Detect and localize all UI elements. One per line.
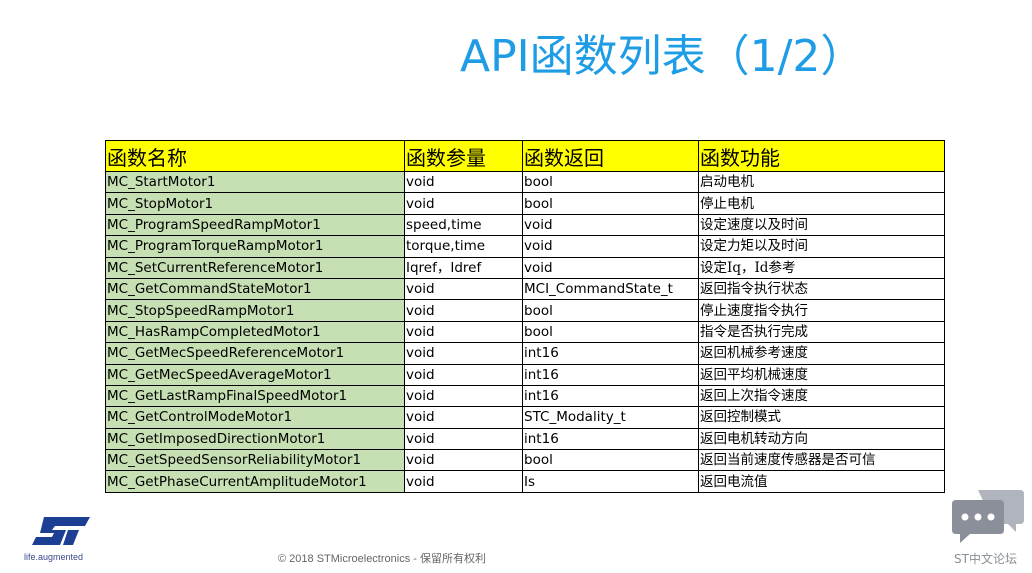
cell-parameters: void: [404, 320, 523, 344]
forum-badge[interactable]: ST中文论坛: [950, 488, 1026, 568]
cell-parameters: void: [404, 342, 523, 365]
cell-description: 返回指令执行状态: [698, 277, 945, 301]
table-row: MC_GetPhaseCurrentAmplitudeMotor1 void I…: [105, 470, 945, 493]
cell-function-name: MC_GetLastRampFinalSpeedMotor1: [105, 384, 405, 408]
table-body: MC_StartMotor1 void bool 启动电机 MC_StopMot…: [105, 170, 945, 493]
cell-description: 返回当前速度传感器是否可信: [698, 449, 945, 472]
cell-parameters: torque,time: [404, 235, 523, 258]
logo-tagline: life.augmented: [24, 552, 84, 562]
cell-return: bool: [522, 449, 699, 472]
table-row: MC_ProgramTorqueRampMotor1 torque,time v…: [105, 235, 945, 258]
table-row: MC_GetLastRampFinalSpeedMotor1 void int1…: [105, 384, 945, 408]
cell-parameters: speed,time: [404, 213, 523, 237]
cell-description: 停止速度指令执行: [698, 299, 945, 322]
cell-return: void: [522, 235, 699, 258]
cell-description: 返回控制模式: [698, 406, 945, 429]
cell-function-name: MC_StopSpeedRampMotor1: [105, 299, 405, 322]
cell-function-name: MC_GetControlModeMotor1: [105, 406, 405, 429]
table-row: MC_GetImposedDirectionMotor1 void int16 …: [105, 427, 945, 451]
cell-function-name: MC_ProgramTorqueRampMotor1: [105, 235, 405, 258]
header-parameters: 函数参量: [404, 140, 523, 172]
slide-title: API函数列表（1/2）: [460, 31, 865, 82]
cell-parameters: void: [404, 427, 523, 451]
cell-description: 返回机械参考速度: [698, 342, 945, 365]
cell-return: bool: [522, 170, 699, 194]
cell-description: 返回电流值: [698, 470, 945, 493]
cell-parameters: void: [404, 406, 523, 429]
header-description: 函数功能: [698, 140, 945, 172]
cell-function-name: MC_GetMecSpeedAverageMotor1: [105, 363, 405, 386]
cell-function-name: MC_HasRampCompletedMotor1: [105, 320, 405, 344]
cell-description: 返回平均机械速度: [698, 363, 945, 386]
cell-function-name: MC_StopMotor1: [105, 192, 405, 215]
cell-function-name: MC_SetCurrentReferenceMotor1: [105, 256, 405, 279]
cell-function-name: MC_GetCommandStateMotor1: [105, 277, 405, 301]
cell-function-name: MC_GetSpeedSensorReliabilityMotor1: [105, 449, 405, 472]
cell-description: 设定Iq，Id参考: [698, 256, 945, 279]
cell-parameters: Iqref，Idref: [404, 256, 523, 279]
table-row: MC_SetCurrentReferenceMotor1 Iqref，Idref…: [105, 256, 945, 279]
cell-description: 返回电机转动方向: [698, 427, 945, 451]
st-logo-icon: [32, 517, 90, 545]
chat-bubbles-icon: [952, 490, 1024, 543]
cell-parameters: void: [404, 449, 523, 472]
cell-description: 返回上次指令速度: [698, 384, 945, 408]
table-row: MC_HasRampCompletedMotor1 void bool 指令是否…: [105, 320, 945, 344]
cell-return: int16: [522, 363, 699, 386]
cell-return: int16: [522, 342, 699, 365]
cell-parameters: void: [404, 470, 523, 493]
table-header-row: 函数名称 函数参量 函数返回 函数功能: [105, 140, 945, 172]
table-row: MC_GetSpeedSensorReliabilityMotor1 void …: [105, 449, 945, 472]
cell-function-name: MC_GetImposedDirectionMotor1: [105, 427, 405, 451]
cell-function-name: MC_ProgramSpeedRampMotor1: [105, 213, 405, 237]
st-logo: life.augmented: [24, 515, 100, 565]
cell-return: Is: [522, 470, 699, 493]
cell-return: bool: [522, 320, 699, 344]
cell-return: int16: [522, 427, 699, 451]
cell-parameters: void: [404, 299, 523, 322]
table-row: MC_GetCommandStateMotor1 void MCI_Comman…: [105, 277, 945, 301]
header-return: 函数返回: [522, 140, 699, 172]
cell-parameters: void: [404, 170, 523, 194]
cell-parameters: void: [404, 363, 523, 386]
cell-return: STC_Modality_t: [522, 406, 699, 429]
cell-return: MCI_CommandState_t: [522, 277, 699, 301]
cell-return: bool: [522, 299, 699, 322]
cell-parameters: void: [404, 277, 523, 301]
table-row: MC_StopMotor1 void bool 停止电机: [105, 192, 945, 215]
cell-function-name: MC_StartMotor1: [105, 170, 405, 194]
cell-function-name: MC_GetMecSpeedReferenceMotor1: [105, 342, 405, 365]
cell-return: int16: [522, 384, 699, 408]
table-row: MC_GetMecSpeedAverageMotor1 void int16 返…: [105, 363, 945, 386]
cell-description: 设定速度以及时间: [698, 213, 945, 237]
cell-parameters: void: [404, 384, 523, 408]
cell-return: void: [522, 213, 699, 237]
copyright-text: © 2018 STMicroelectronics - 保留所有权利: [278, 553, 486, 565]
cell-return: bool: [522, 192, 699, 215]
api-function-table: 函数名称 函数参量 函数返回 函数功能 MC_StartMotor1 void …: [105, 140, 945, 493]
slide: API函数列表（1/2） 函数名称 函数参量 函数返回 函数功能 MC_Star…: [0, 0, 1032, 573]
cell-return: void: [522, 256, 699, 279]
forum-label: ST中文论坛: [954, 552, 1017, 566]
table-row: MC_ProgramSpeedRampMotor1 speed,time voi…: [105, 213, 945, 237]
cell-function-name: MC_GetPhaseCurrentAmplitudeMotor1: [105, 470, 405, 493]
cell-parameters: void: [404, 192, 523, 215]
cell-description: 停止电机: [698, 192, 945, 215]
table-row: MC_StartMotor1 void bool 启动电机: [105, 170, 945, 194]
cell-description: 指令是否执行完成: [698, 320, 945, 344]
table-row: MC_GetMecSpeedReferenceMotor1 void int16…: [105, 342, 945, 365]
table-row: MC_StopSpeedRampMotor1 void bool 停止速度指令执…: [105, 299, 945, 322]
table-row: MC_GetControlModeMotor1 void STC_Modalit…: [105, 406, 945, 429]
cell-description: 设定力矩以及时间: [698, 235, 945, 258]
header-function-name: 函数名称: [105, 140, 405, 172]
cell-description: 启动电机: [698, 170, 945, 194]
